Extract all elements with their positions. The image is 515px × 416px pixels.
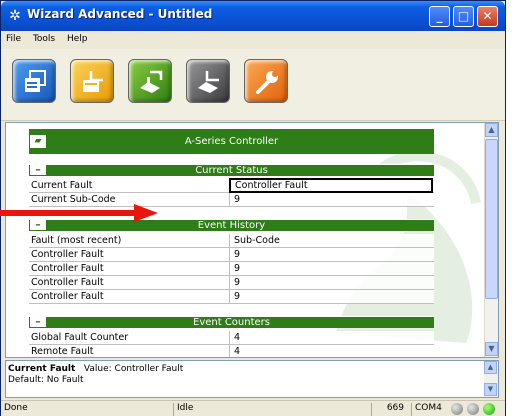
- folder-window-icon: [83, 71, 103, 92]
- row-value: 9: [229, 276, 433, 289]
- device-upload-icon: [140, 70, 163, 93]
- toolbar: [1, 49, 505, 121]
- description-name: Current Fault: [8, 364, 76, 374]
- status-mode: Idle: [173, 403, 193, 416]
- title-bar[interactable]: ✲ Wizard Advanced - Untitled _ □ ✕: [1, 1, 505, 31]
- scroll-down-icon[interactable]: ▼: [485, 342, 498, 356]
- section-title: Event History: [197, 220, 266, 231]
- row-label: Controller Fault: [31, 277, 104, 288]
- status-state: Done: [4, 403, 28, 413]
- row-value: 9: [229, 193, 433, 206]
- row-value-selected[interactable]: Controller Fault: [229, 178, 433, 193]
- device-download-button[interactable]: [186, 59, 230, 103]
- status-port: COM4: [411, 403, 442, 416]
- section-title: Event Counters: [193, 317, 270, 328]
- row-value: 9: [229, 290, 433, 303]
- section-header-event-counters[interactable]: – Event Counters: [29, 316, 434, 328]
- status-led-gray-icon: [467, 403, 479, 415]
- device-download-icon: [198, 71, 219, 93]
- windows-doc-button[interactable]: [12, 59, 56, 103]
- description-scrollbar[interactable]: ▲ ▼: [484, 361, 498, 397]
- collapse-event-counters-icon[interactable]: –: [30, 316, 46, 327]
- scroll-up-icon[interactable]: ▲: [485, 123, 498, 137]
- maximize-button[interactable]: □: [453, 6, 474, 27]
- scroll-up-icon[interactable]: ▲: [484, 361, 497, 374]
- status-led-green-icon: [483, 403, 495, 415]
- table-row[interactable]: Controller Fault 9: [29, 290, 434, 304]
- red-annotation-arrow: [0, 204, 158, 222]
- row-value: 4: [229, 331, 433, 344]
- close-button[interactable]: ✕: [477, 6, 498, 27]
- windows-doc-icon: [25, 70, 46, 92]
- scroll-down-icon[interactable]: ▼: [484, 383, 497, 396]
- device-upload-button[interactable]: [128, 59, 172, 103]
- status-bar: Done Idle 669 COM4: [1, 400, 505, 416]
- minimize-button[interactable]: _: [429, 6, 450, 27]
- row-label: Remote Fault: [31, 346, 94, 357]
- scroll-thumb[interactable]: [485, 139, 498, 299]
- row-label: Controller Fault: [31, 291, 104, 302]
- status-count: 669: [371, 403, 407, 416]
- data-panel: ▰ A-Series Controller – Current Status C…: [5, 122, 499, 358]
- row-label: Global Fault Counter: [31, 332, 129, 343]
- panel-title-bar: ▰ A-Series Controller: [29, 129, 434, 154]
- description-default: Default: No Fault: [8, 375, 84, 385]
- menu-tools[interactable]: Tools: [33, 34, 55, 44]
- row-value: 4: [229, 345, 433, 357]
- status-led-gray-icon: [451, 403, 463, 415]
- row-label: Controller Fault: [31, 263, 104, 274]
- section-title: Current Status: [195, 165, 268, 176]
- panel-title: A-Series Controller: [184, 136, 279, 147]
- table-row[interactable]: Current Fault Controller Fault: [29, 178, 434, 193]
- table-row[interactable]: Controller Fault 9: [29, 276, 434, 290]
- vertical-scrollbar[interactable]: ▲ ▼: [484, 123, 498, 357]
- row-value: 9: [229, 262, 433, 275]
- app-gear-icon: ✲: [9, 8, 21, 24]
- row-value: 9: [229, 248, 433, 261]
- row-label: Current Fault: [31, 180, 93, 191]
- tools-button[interactable]: [244, 59, 288, 103]
- collapse-current-status-icon[interactable]: –: [30, 164, 46, 175]
- description-pane: Current Fault Value: Controller Fault De…: [5, 360, 499, 398]
- window-title: Wizard Advanced - Untitled: [27, 7, 213, 21]
- menu-help[interactable]: Help: [67, 34, 88, 44]
- wrench-icon: [256, 71, 278, 94]
- menu-file[interactable]: File: [6, 34, 21, 44]
- table-row[interactable]: Fault (most recent) Sub-Code: [29, 234, 434, 248]
- section-header-current-status[interactable]: – Current Status: [29, 164, 434, 176]
- folder-window-button[interactable]: [70, 59, 114, 103]
- table-row[interactable]: Controller Fault 9: [29, 248, 434, 262]
- description-value: Value: Controller Fault: [83, 364, 184, 374]
- table-row[interactable]: Remote Fault 4: [29, 345, 434, 357]
- table-row[interactable]: Global Fault Counter 4: [29, 331, 434, 345]
- menu-bar: File Tools Help: [1, 31, 505, 49]
- table-row[interactable]: Controller Fault 9: [29, 262, 434, 276]
- collapse-all-icon[interactable]: ▰: [30, 135, 46, 148]
- row-value: Sub-Code: [229, 234, 433, 247]
- row-label: Fault (most recent): [31, 235, 122, 246]
- row-label: Controller Fault: [31, 249, 104, 260]
